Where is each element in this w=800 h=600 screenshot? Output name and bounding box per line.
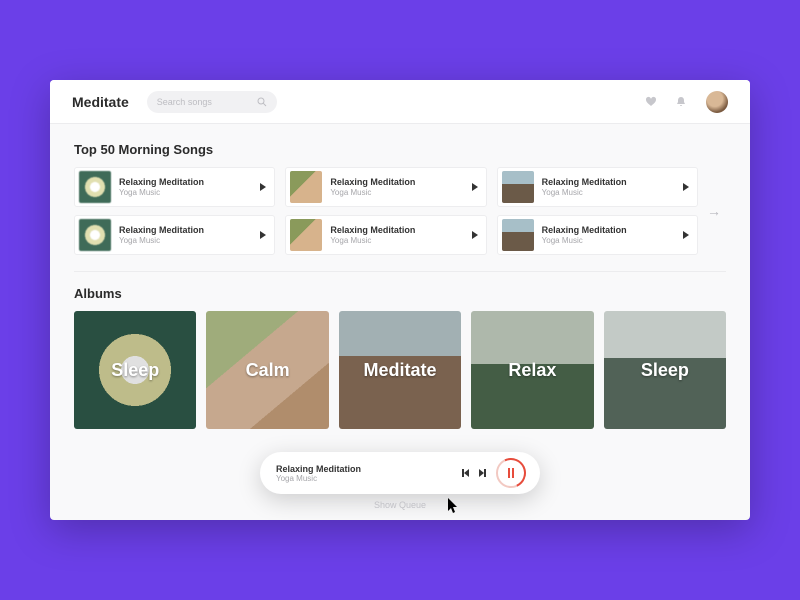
song-thumb (290, 219, 322, 251)
player-track-artist: Yoga Music (276, 474, 462, 483)
search-icon (257, 97, 267, 107)
album-label: Meditate (364, 360, 437, 381)
play-icon[interactable] (683, 231, 689, 239)
album-label: Calm (246, 360, 290, 381)
brand: Meditate (72, 94, 129, 110)
album-card[interactable]: Relax (471, 311, 593, 429)
album-label: Sleep (641, 360, 689, 381)
play-icon[interactable] (260, 231, 266, 239)
song-title: Relaxing Meditation (330, 177, 471, 187)
player-bar: Relaxing Meditation Yoga Music (260, 452, 540, 494)
song-title: Relaxing Meditation (542, 177, 683, 187)
album-label: Sleep (111, 360, 159, 381)
song-card[interactable]: Relaxing MeditationYoga Music (285, 167, 486, 207)
albums-row: Sleep Calm Meditate Relax Sleep (74, 311, 726, 429)
song-thumb (79, 171, 111, 203)
header: Meditate Search songs (50, 80, 750, 124)
song-thumb (502, 219, 534, 251)
song-card[interactable]: Relaxing MeditationYoga Music (74, 215, 275, 255)
next-button[interactable] (479, 469, 486, 477)
top-songs-title: Top 50 Morning Songs (74, 142, 726, 157)
album-card[interactable]: Sleep (604, 311, 726, 429)
app-window: Meditate Search songs Top 50 Morning Son… (50, 80, 750, 520)
song-artist: Yoga Music (119, 236, 260, 245)
albums-title: Albums (74, 286, 726, 301)
song-title: Relaxing Meditation (542, 225, 683, 235)
avatar[interactable] (706, 91, 728, 113)
show-queue-button[interactable]: Show Queue (374, 500, 426, 510)
song-thumb (290, 171, 322, 203)
songs-grid: Relaxing MeditationYoga MusicRelaxing Me… (74, 167, 698, 255)
song-artist: Yoga Music (330, 236, 471, 245)
song-card[interactable]: Relaxing MeditationYoga Music (497, 215, 698, 255)
next-arrow-icon[interactable]: → (702, 203, 726, 219)
play-icon[interactable] (472, 231, 478, 239)
song-title: Relaxing Meditation (119, 177, 260, 187)
cursor-icon (448, 498, 460, 514)
prev-button[interactable] (462, 469, 469, 477)
player-track-title: Relaxing Meditation (276, 464, 462, 474)
album-card[interactable]: Sleep (74, 311, 196, 429)
song-title: Relaxing Meditation (119, 225, 260, 235)
search-input[interactable]: Search songs (147, 91, 277, 113)
song-artist: Yoga Music (119, 188, 260, 197)
heart-icon[interactable] (644, 95, 658, 109)
play-icon[interactable] (472, 183, 478, 191)
divider (74, 271, 726, 272)
album-label: Relax (508, 360, 556, 381)
pause-button[interactable] (496, 458, 526, 488)
album-card[interactable]: Calm (206, 311, 328, 429)
play-icon[interactable] (260, 183, 266, 191)
song-title: Relaxing Meditation (330, 225, 471, 235)
song-card[interactable]: Relaxing MeditationYoga Music (285, 215, 486, 255)
song-artist: Yoga Music (330, 188, 471, 197)
main-content: Top 50 Morning Songs Relaxing Meditation… (50, 124, 750, 429)
search-placeholder: Search songs (157, 97, 257, 107)
song-card[interactable]: Relaxing MeditationYoga Music (497, 167, 698, 207)
song-artist: Yoga Music (542, 236, 683, 245)
song-card[interactable]: Relaxing MeditationYoga Music (74, 167, 275, 207)
song-artist: Yoga Music (542, 188, 683, 197)
bell-icon[interactable] (674, 95, 688, 109)
song-thumb (502, 171, 534, 203)
song-thumb (79, 219, 111, 251)
album-card[interactable]: Meditate (339, 311, 461, 429)
play-icon[interactable] (683, 183, 689, 191)
